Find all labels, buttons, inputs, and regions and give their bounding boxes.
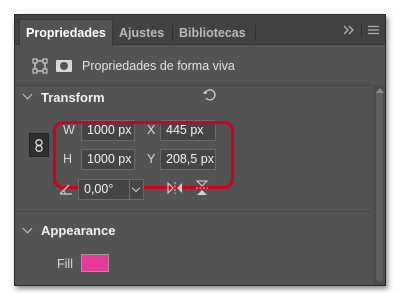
tab-propriedades[interactable]: Propriedades: [19, 19, 113, 46]
chevron-down-icon: [131, 183, 141, 193]
tab-divider: [255, 25, 256, 41]
transform-title: Transform: [41, 90, 105, 105]
flip-horizontal-icon[interactable]: [167, 181, 183, 198]
angle-field[interactable]: 0,00°: [78, 179, 144, 200]
shape-header-row: Propriedades de forma viva: [15, 46, 371, 86]
tabbar-divider: [361, 23, 362, 37]
tab-bibliotecas[interactable]: Bibliotecas: [173, 21, 252, 45]
double-chevron-right-icon[interactable]: [343, 24, 355, 38]
shape-properties-title: Propriedades de forma viva: [82, 59, 235, 73]
appearance-title: Appearance: [41, 223, 116, 238]
tab-bar: Propriedades Ajustes Bibliotecas: [15, 15, 385, 46]
fill-color-swatch[interactable]: [81, 254, 109, 272]
link-dimensions-button[interactable]: [29, 133, 49, 157]
mask-icon[interactable]: [55, 57, 73, 75]
tab-ajustes[interactable]: Ajustes: [113, 21, 170, 45]
chevron-down-icon[interactable]: [22, 223, 33, 234]
link-chain-icon: [34, 139, 45, 155]
angle-dropdown[interactable]: [129, 180, 143, 199]
chevron-down-icon[interactable]: [22, 89, 33, 100]
rectangle-shape-icon: [31, 57, 49, 75]
hamburger-menu-icon[interactable]: [368, 24, 379, 38]
scrollbar-thumb[interactable]: [376, 89, 383, 281]
reset-icon[interactable]: [202, 88, 216, 105]
angle-value: 0,00°: [84, 182, 114, 196]
fill-label: Fill: [57, 257, 73, 271]
angle-icon: [59, 183, 73, 198]
flip-vertical-icon[interactable]: [195, 180, 209, 199]
properties-panel: Propriedades Ajustes Bibliotecas Proprie…: [14, 14, 386, 286]
scroll-up-icon[interactable]: [376, 88, 384, 93]
section-divider: [15, 211, 371, 212]
